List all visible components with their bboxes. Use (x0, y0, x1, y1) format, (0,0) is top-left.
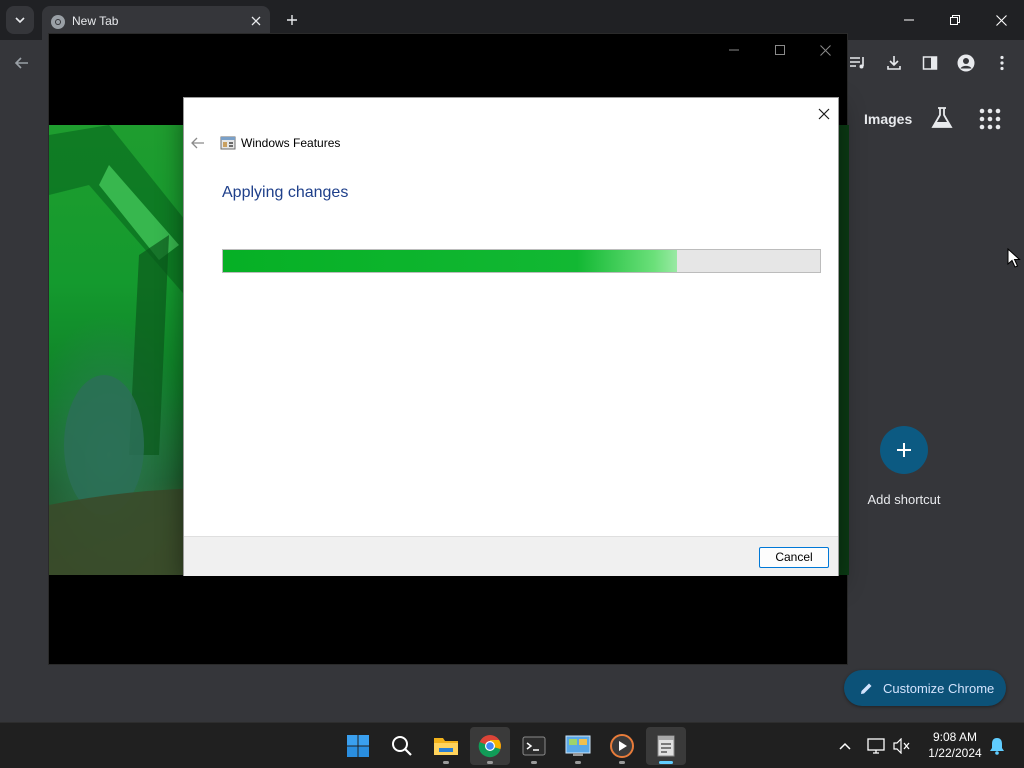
show-hidden-icons-button[interactable] (835, 736, 855, 756)
minimize-icon (729, 49, 739, 51)
minimize-button[interactable] (886, 0, 932, 40)
close-icon (819, 44, 831, 56)
file-explorer-icon (434, 738, 458, 755)
media-player-button[interactable] (602, 727, 642, 765)
labs-flask-icon[interactable] (930, 106, 954, 130)
network-button[interactable] (866, 736, 886, 756)
dialog-footer: Cancel (184, 536, 838, 576)
dialog-heading: Applying changes (222, 184, 349, 201)
add-shortcut[interactable]: Add shortcut (860, 426, 948, 516)
chrome-favicon-icon (51, 15, 65, 29)
close-icon (818, 108, 830, 120)
add-shortcut-tile[interactable] (880, 426, 928, 474)
more-menu-button[interactable] (990, 51, 1014, 75)
chevron-down-icon (15, 17, 25, 24)
close-window-button[interactable] (978, 0, 1024, 40)
tab-search-button[interactable] (6, 6, 34, 34)
side-panel-icon (922, 56, 938, 70)
dialog-title: Windows Features (241, 136, 341, 150)
running-indicator (575, 761, 581, 764)
pencil-icon (861, 683, 872, 694)
control-panel-icon (565, 735, 591, 756)
tab-close-button[interactable] (248, 13, 264, 29)
cancel-button[interactable]: Cancel (759, 547, 829, 568)
volume-muted-icon (893, 738, 910, 754)
running-indicator (619, 761, 625, 764)
media-player-icon (610, 734, 634, 758)
images-link[interactable]: Images (864, 111, 912, 127)
back-arrow-icon (14, 57, 28, 69)
customize-chrome-button[interactable]: Customize Chrome (844, 670, 1006, 706)
profile-icon (957, 54, 975, 72)
download-icon (887, 56, 901, 70)
start-button[interactable] (338, 727, 378, 765)
windows-features-dialog: Windows Features Applying changes Cancel (183, 97, 839, 576)
add-shortcut-label: Add shortcut (867, 492, 941, 507)
media-control-button[interactable] (846, 51, 870, 75)
windows-features-icon (220, 136, 236, 150)
clock-date: 1/22/2024 (928, 746, 982, 760)
download-button[interactable] (882, 51, 906, 75)
minimize-icon (904, 19, 914, 21)
restore-button[interactable] (932, 0, 978, 40)
start-icon (347, 735, 369, 757)
back-button[interactable] (10, 51, 34, 75)
plus-icon (897, 443, 911, 457)
chrome-icon (478, 735, 501, 758)
search-icon (392, 736, 412, 756)
notification-bell-icon (990, 738, 1004, 755)
progress-bar-fill (223, 250, 677, 272)
taskbar: 9:08 AM 1/22/2024 (0, 722, 1024, 768)
terminal-icon (522, 736, 546, 756)
more-menu-icon (1000, 55, 1004, 71)
clock-time: 9:08 AM (932, 730, 978, 744)
running-indicator (659, 761, 673, 764)
control-panel-button[interactable] (558, 727, 598, 765)
side-panel-button[interactable] (918, 51, 942, 75)
dialog-close-button[interactable] (814, 104, 834, 124)
google-apps-icon[interactable] (979, 108, 1001, 130)
network-icon (867, 738, 885, 754)
system-clock[interactable]: 9:08 AM 1/22/2024 (920, 729, 990, 761)
progress-bar (222, 249, 821, 273)
volume-button[interactable] (892, 736, 912, 756)
restore-icon (950, 15, 960, 25)
dialog-back-button[interactable] (190, 135, 206, 151)
search-button[interactable] (382, 727, 422, 765)
maximize-icon (775, 45, 785, 55)
plus-icon (287, 15, 297, 25)
running-indicator (487, 761, 493, 764)
back-arrow-icon (191, 137, 204, 149)
new-tab-button[interactable] (282, 10, 302, 30)
chevron-up-icon (839, 742, 851, 750)
media-control-icon (850, 57, 864, 69)
terminal-button[interactable] (514, 727, 554, 765)
media-close-button[interactable] (802, 34, 848, 66)
mouse-cursor-icon (1007, 248, 1021, 268)
close-icon (251, 16, 261, 26)
windows-features-icon (657, 735, 675, 757)
windows-features-taskbar-button[interactable] (646, 727, 686, 765)
running-indicator (531, 761, 537, 764)
tab-title: New Tab (72, 14, 119, 28)
media-maximize-button[interactable] (757, 34, 803, 66)
file-explorer-button[interactable] (426, 727, 466, 765)
close-icon (995, 14, 1007, 26)
running-indicator (443, 761, 449, 764)
media-minimize-button[interactable] (711, 34, 757, 66)
profile-button[interactable] (954, 51, 978, 75)
customize-chrome-label: Customize Chrome (883, 680, 995, 696)
chrome-taskbar-button[interactable] (470, 727, 510, 765)
notifications-button[interactable] (987, 736, 1007, 756)
